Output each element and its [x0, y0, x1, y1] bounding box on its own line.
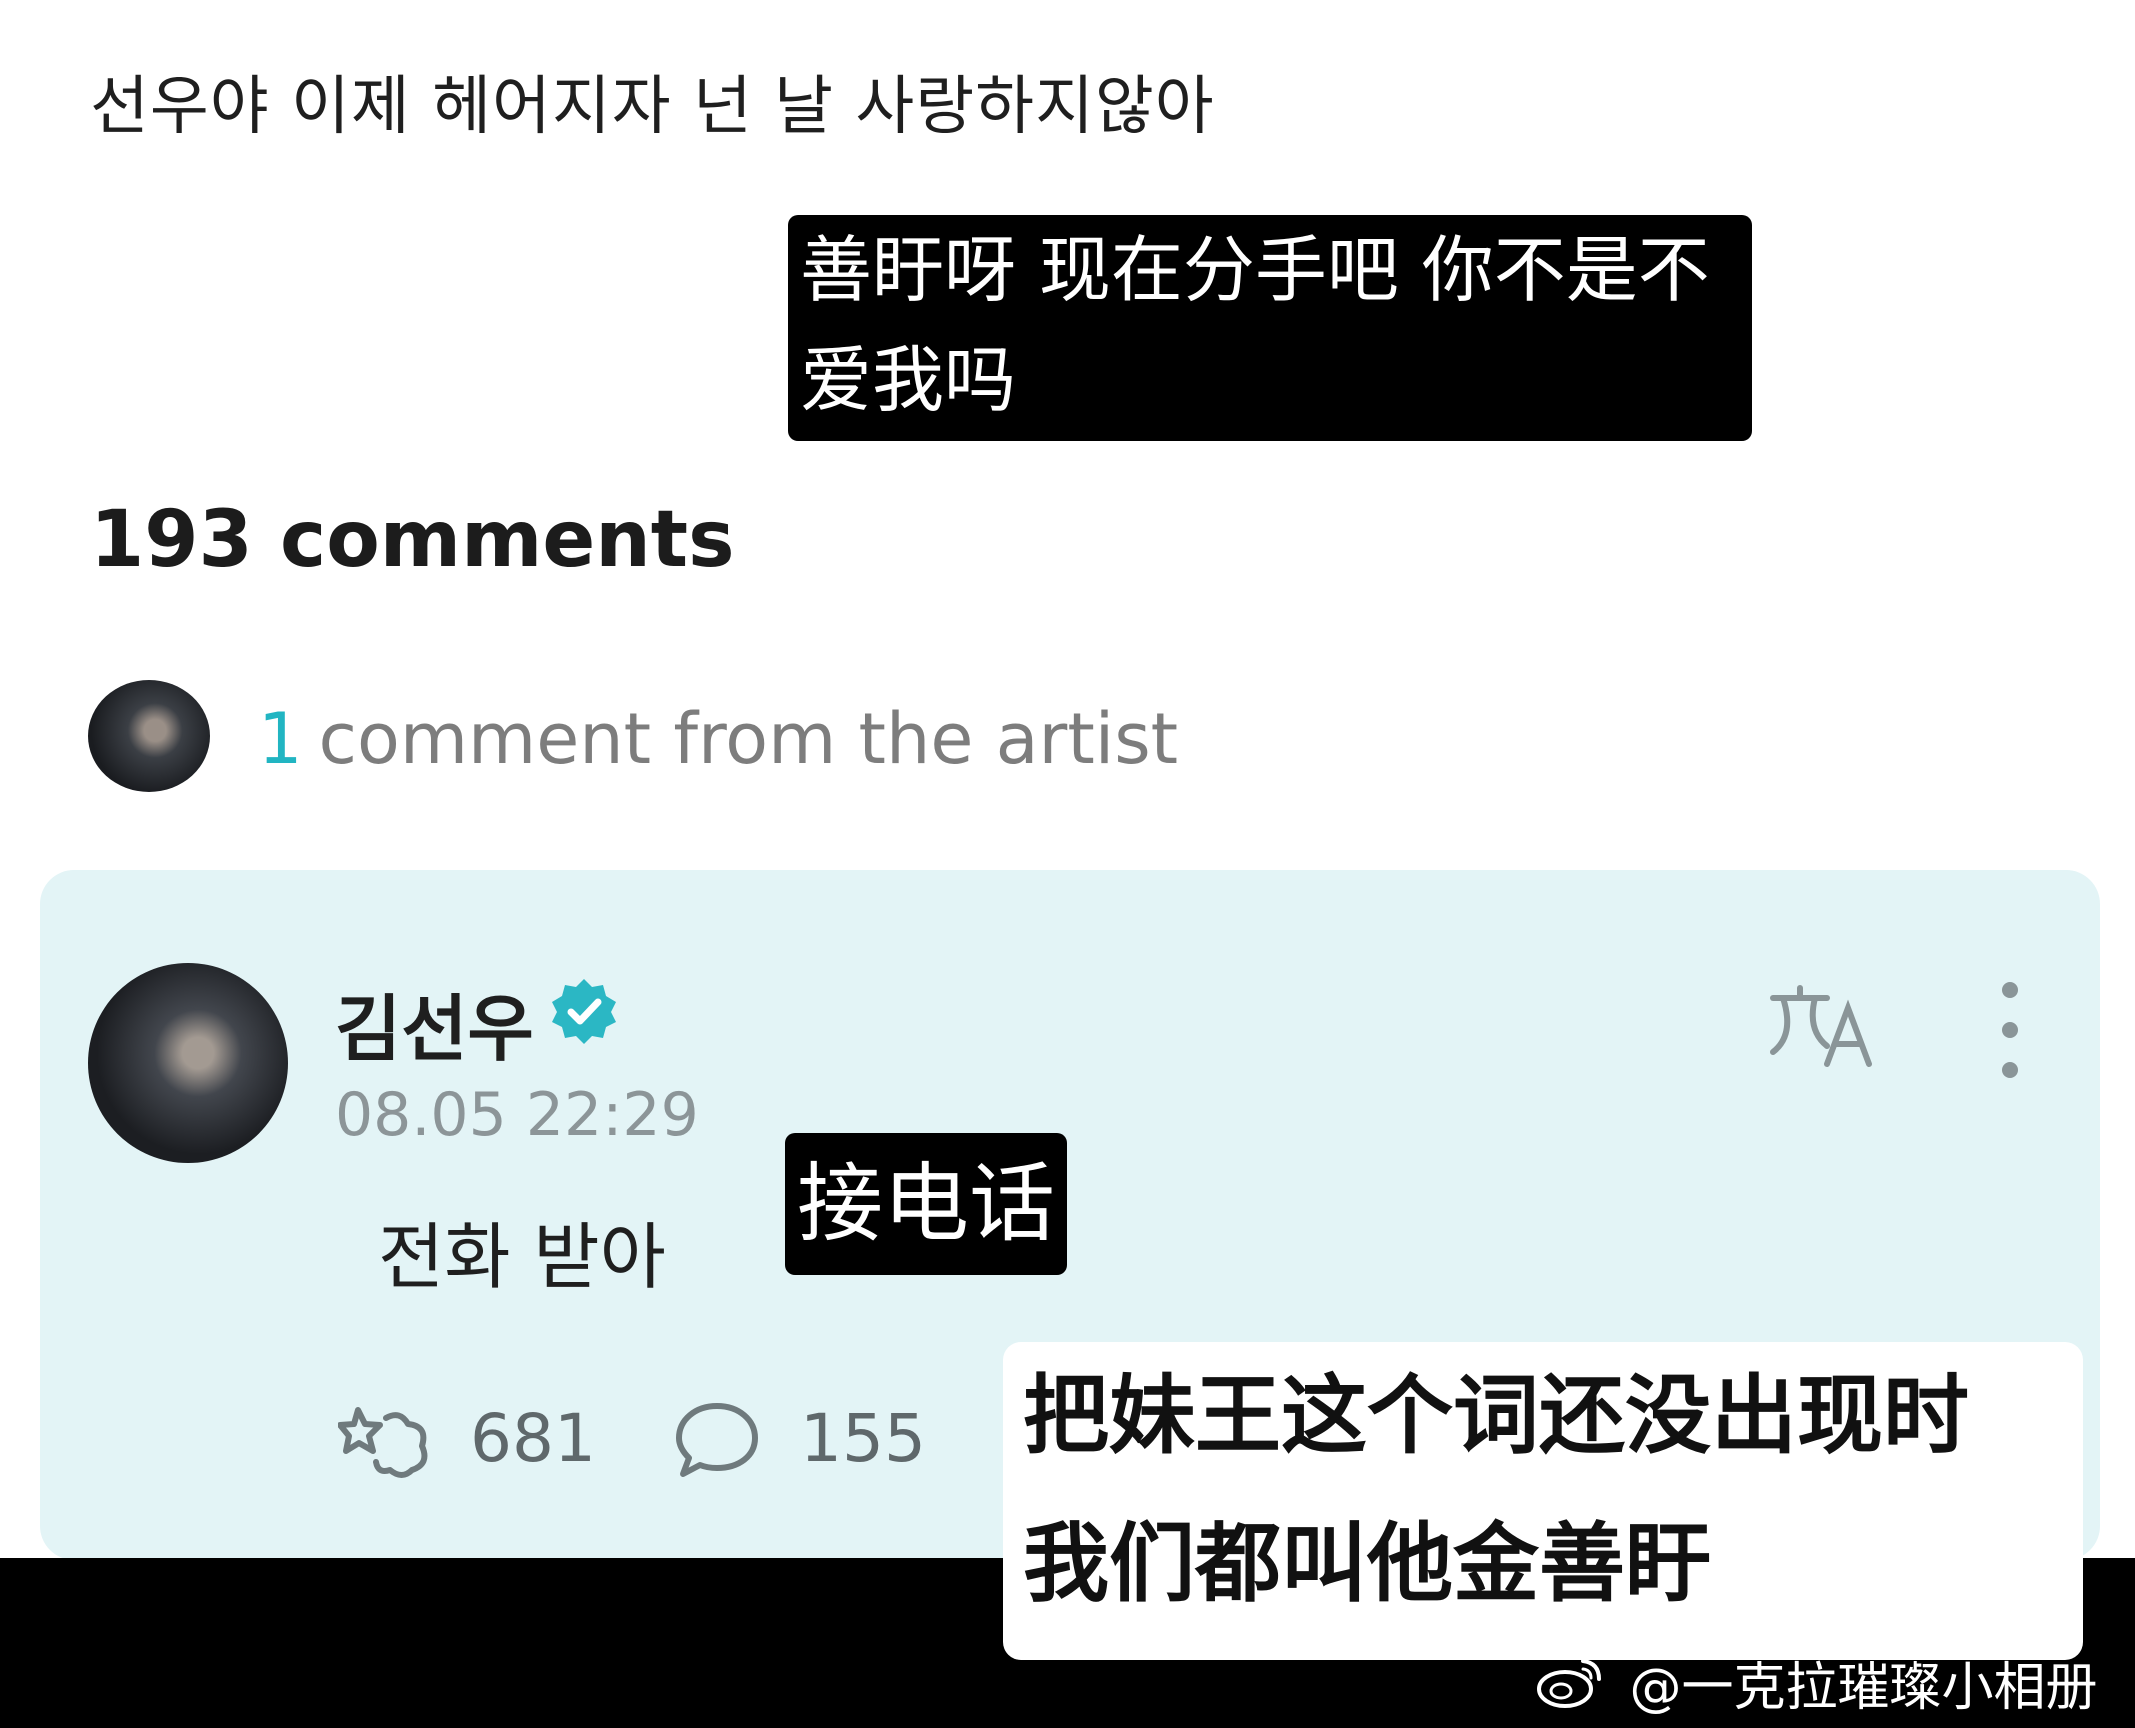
comment-text: 전화 받아 [378, 1215, 666, 1299]
post-text: 선우야 이제 헤어지자 넌 날 사랑하지않아 [90, 70, 1215, 144]
avatar[interactable] [88, 963, 288, 1163]
like-icon[interactable] [338, 1400, 430, 1480]
reply-count: 155 [800, 1400, 926, 1477]
subtitle-bottom: 把妹王这个词还没出现时 我们都叫他金善盱 [1003, 1342, 2083, 1660]
username[interactable]: 김선우 [335, 970, 534, 1075]
artist-comment-label: comment from the artist [318, 698, 1179, 780]
subtitle-comment: 接电话 [785, 1133, 1067, 1275]
like-count: 681 [470, 1400, 596, 1477]
artist-comment-count: 1 [258, 698, 303, 780]
weibo-logo-icon [1537, 1659, 1601, 1708]
more-vertical-icon[interactable] [1990, 975, 2030, 1085]
watermark-text: @一克拉璀璨小相册 [1629, 1658, 2098, 1718]
artist-avatar [88, 680, 210, 792]
verified-badge-icon [552, 979, 616, 1044]
translate-icon[interactable] [1765, 980, 1880, 1070]
comments-count: 193 comments [90, 495, 735, 585]
comment-timestamp: 08.05 22:29 [335, 1080, 699, 1150]
subtitle-top: 善盱呀 现在分手吧 你不是不爱我吗 [788, 215, 1752, 441]
reply-icon[interactable] [675, 1400, 760, 1480]
artist-summary-text: 1 comment from the artist [258, 698, 1178, 780]
watermark: @一克拉璀璨小相册 [1535, 1645, 2098, 1718]
